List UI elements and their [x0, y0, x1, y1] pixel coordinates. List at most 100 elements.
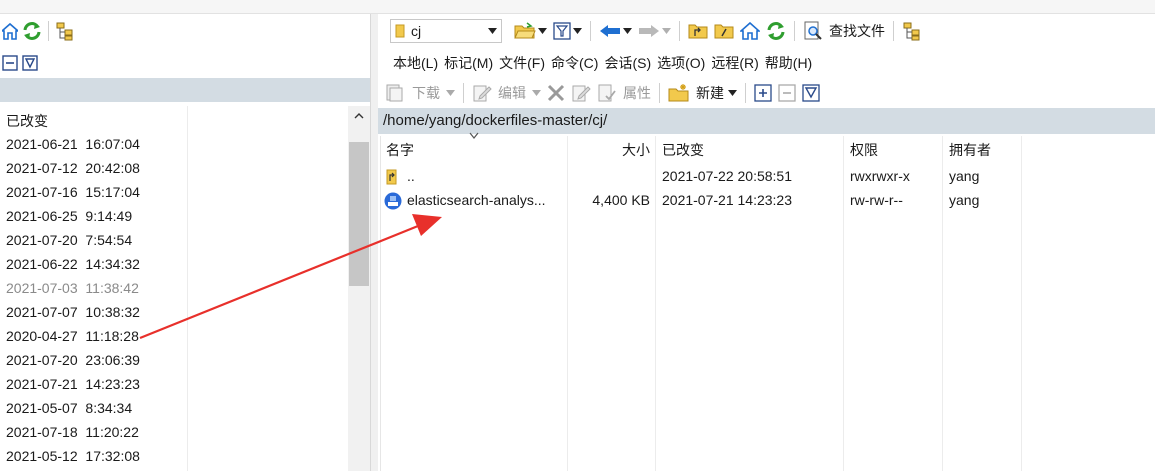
- menu-mark[interactable]: 标记(M): [443, 53, 498, 73]
- list-item-time: 23:06:39: [85, 352, 140, 368]
- home-directory-button[interactable]: [738, 18, 762, 44]
- list-item-date: 2021-07-03: [6, 280, 78, 296]
- filter-button[interactable]: [20, 50, 40, 76]
- list-item[interactable]: 2021-07-03 11:38:42: [0, 276, 348, 300]
- list-item-date: 2020-04-27: [6, 328, 78, 344]
- list-item[interactable]: 2021-05-12 17:32:08: [0, 444, 348, 468]
- open-folder-button[interactable]: [512, 18, 549, 44]
- menu-local[interactable]: 本地(L): [392, 53, 443, 73]
- forward-arrow-icon: [639, 25, 659, 37]
- list-item[interactable]: 2021-07-12 20:42:08: [0, 156, 348, 180]
- list-item[interactable]: 2021-07-16 15:17:04: [0, 180, 348, 204]
- local-scrollbar[interactable]: [348, 106, 370, 471]
- file-rights: rwxrwxr-x: [850, 168, 910, 184]
- file-name: ..: [407, 168, 415, 184]
- column-header-rights[interactable]: 权限: [850, 136, 878, 164]
- filter-button[interactable]: [800, 80, 822, 106]
- menu-remote[interactable]: 远程(R): [710, 53, 763, 73]
- properties-label: 属性: [623, 85, 651, 101]
- column-header-name[interactable]: 名字: [386, 136, 414, 164]
- menu-file[interactable]: 文件(F): [498, 53, 550, 73]
- list-item-time: 14:23:23: [85, 376, 140, 392]
- local-list-header: 已改变: [0, 106, 348, 471]
- expand-button[interactable]: [752, 80, 774, 106]
- refresh-button[interactable]: [764, 18, 788, 44]
- list-item[interactable]: 2020-04-27 11:18:28: [0, 324, 348, 348]
- list-item-time: 7:54:54: [85, 232, 133, 248]
- new-button[interactable]: 新建: [666, 80, 739, 106]
- forward-button[interactable]: [636, 18, 673, 44]
- menu-help[interactable]: 帮助(H): [764, 53, 817, 73]
- parent-directory-button[interactable]: [686, 18, 710, 44]
- menu-session[interactable]: 会话(S): [603, 53, 656, 73]
- local-pane: 已改变 2021-06-21 16:07:04 2021-07-12 20:42:…: [0, 14, 370, 471]
- delete-icon: [547, 84, 565, 102]
- find-files-button[interactable]: 查找文件: [801, 18, 887, 44]
- list-item-date: 2021-07-21: [6, 376, 78, 392]
- edit-label: 编辑: [498, 85, 526, 101]
- properties-button[interactable]: 属性: [595, 80, 653, 106]
- list-item-date: 2021-05-07: [6, 400, 78, 416]
- list-item[interactable]: 2021-06-22 14:34:32: [0, 252, 348, 276]
- new-label: 新建: [696, 85, 724, 101]
- collapse-button[interactable]: [0, 50, 20, 76]
- list-item-time: 14:34:32: [85, 256, 140, 272]
- location-combo[interactable]: cj: [390, 19, 502, 43]
- scrollbar-thumb[interactable]: [349, 142, 369, 286]
- chevron-down-icon: [488, 28, 497, 34]
- column-header-owner[interactable]: 拥有者: [949, 136, 991, 164]
- filter-icon: [22, 55, 38, 71]
- chevron-down-icon: [532, 90, 541, 96]
- local-filter-toolbar: [0, 48, 370, 78]
- local-path-bar: [0, 78, 370, 102]
- menu-options[interactable]: 选项(O): [656, 53, 710, 73]
- download-button[interactable]: 下载: [382, 80, 457, 106]
- local-toolbar: [0, 14, 370, 48]
- tree-view-button[interactable]: [53, 18, 77, 44]
- list-item[interactable]: 2021-07-18 11:20:22: [0, 420, 348, 444]
- list-item[interactable]: 2021-05-07 8:34:34: [0, 396, 348, 420]
- chevron-down-icon: [538, 28, 547, 34]
- list-item[interactable]: 2021-06-21 16:07:04: [0, 132, 348, 156]
- list-item-time: 8:34:34: [85, 400, 133, 416]
- home-button[interactable]: [0, 18, 20, 44]
- table-row[interactable]: elasticsearch-analys... 4,400 KB 2021-07…: [381, 188, 1155, 212]
- file-size: 4,400 KB: [592, 192, 650, 208]
- new-folder-icon: [668, 84, 689, 102]
- refresh-button[interactable]: [20, 18, 44, 44]
- edit-button[interactable]: 编辑: [470, 80, 543, 106]
- window-top-strip: [0, 0, 1155, 14]
- remote-path-bar[interactable]: /home/yang/dockerfiles-master/cj/: [378, 108, 1155, 134]
- list-item-time: 11:20:22: [85, 424, 139, 440]
- remote-action-bar: 下载 编辑 属性 新建: [378, 78, 1155, 108]
- open-folder-icon: [514, 22, 536, 39]
- list-item[interactable]: 2021-07-07 10:38:32: [0, 300, 348, 324]
- collapse-button[interactable]: [776, 80, 798, 106]
- toolbar-divider: [48, 21, 49, 41]
- scroll-up-icon[interactable]: [353, 110, 365, 122]
- delete-button[interactable]: [545, 80, 567, 106]
- rename-button[interactable]: [569, 80, 593, 106]
- filter-dropdown-button[interactable]: [551, 18, 584, 44]
- list-item-time: 11:38:42: [85, 280, 139, 296]
- table-row[interactable]: .. 2021-07-22 20:58:51 rwxrwxr-x yang: [381, 164, 1155, 188]
- pane-splitter[interactable]: [370, 14, 378, 471]
- list-item[interactable]: 2021-07-21 14:23:23: [0, 372, 348, 396]
- tree-view-icon: [903, 22, 920, 41]
- parent-directory-icon: [688, 24, 708, 39]
- root-directory-button[interactable]: [712, 18, 736, 44]
- list-item[interactable]: 2021-07-20 7:54:54: [0, 228, 348, 252]
- list-item[interactable]: 2021-07-20 23:06:39: [0, 348, 348, 372]
- toolbar-divider: [893, 21, 894, 41]
- column-header-changed[interactable]: 已改变: [662, 136, 704, 164]
- list-item-time: 10:38:32: [85, 304, 140, 320]
- tree-view-button[interactable]: [900, 18, 924, 44]
- file-rights: rw-rw-r--: [850, 192, 903, 208]
- back-button[interactable]: [597, 18, 634, 44]
- menu-commands[interactable]: 命令(C): [550, 53, 603, 73]
- column-header-size[interactable]: 大小: [618, 136, 650, 164]
- chevron-down-icon: [623, 28, 632, 34]
- column-header-changed[interactable]: 已改变: [6, 111, 48, 131]
- download-label: 下载: [412, 85, 440, 101]
- list-item[interactable]: 2021-06-25 9:14:49: [0, 204, 348, 228]
